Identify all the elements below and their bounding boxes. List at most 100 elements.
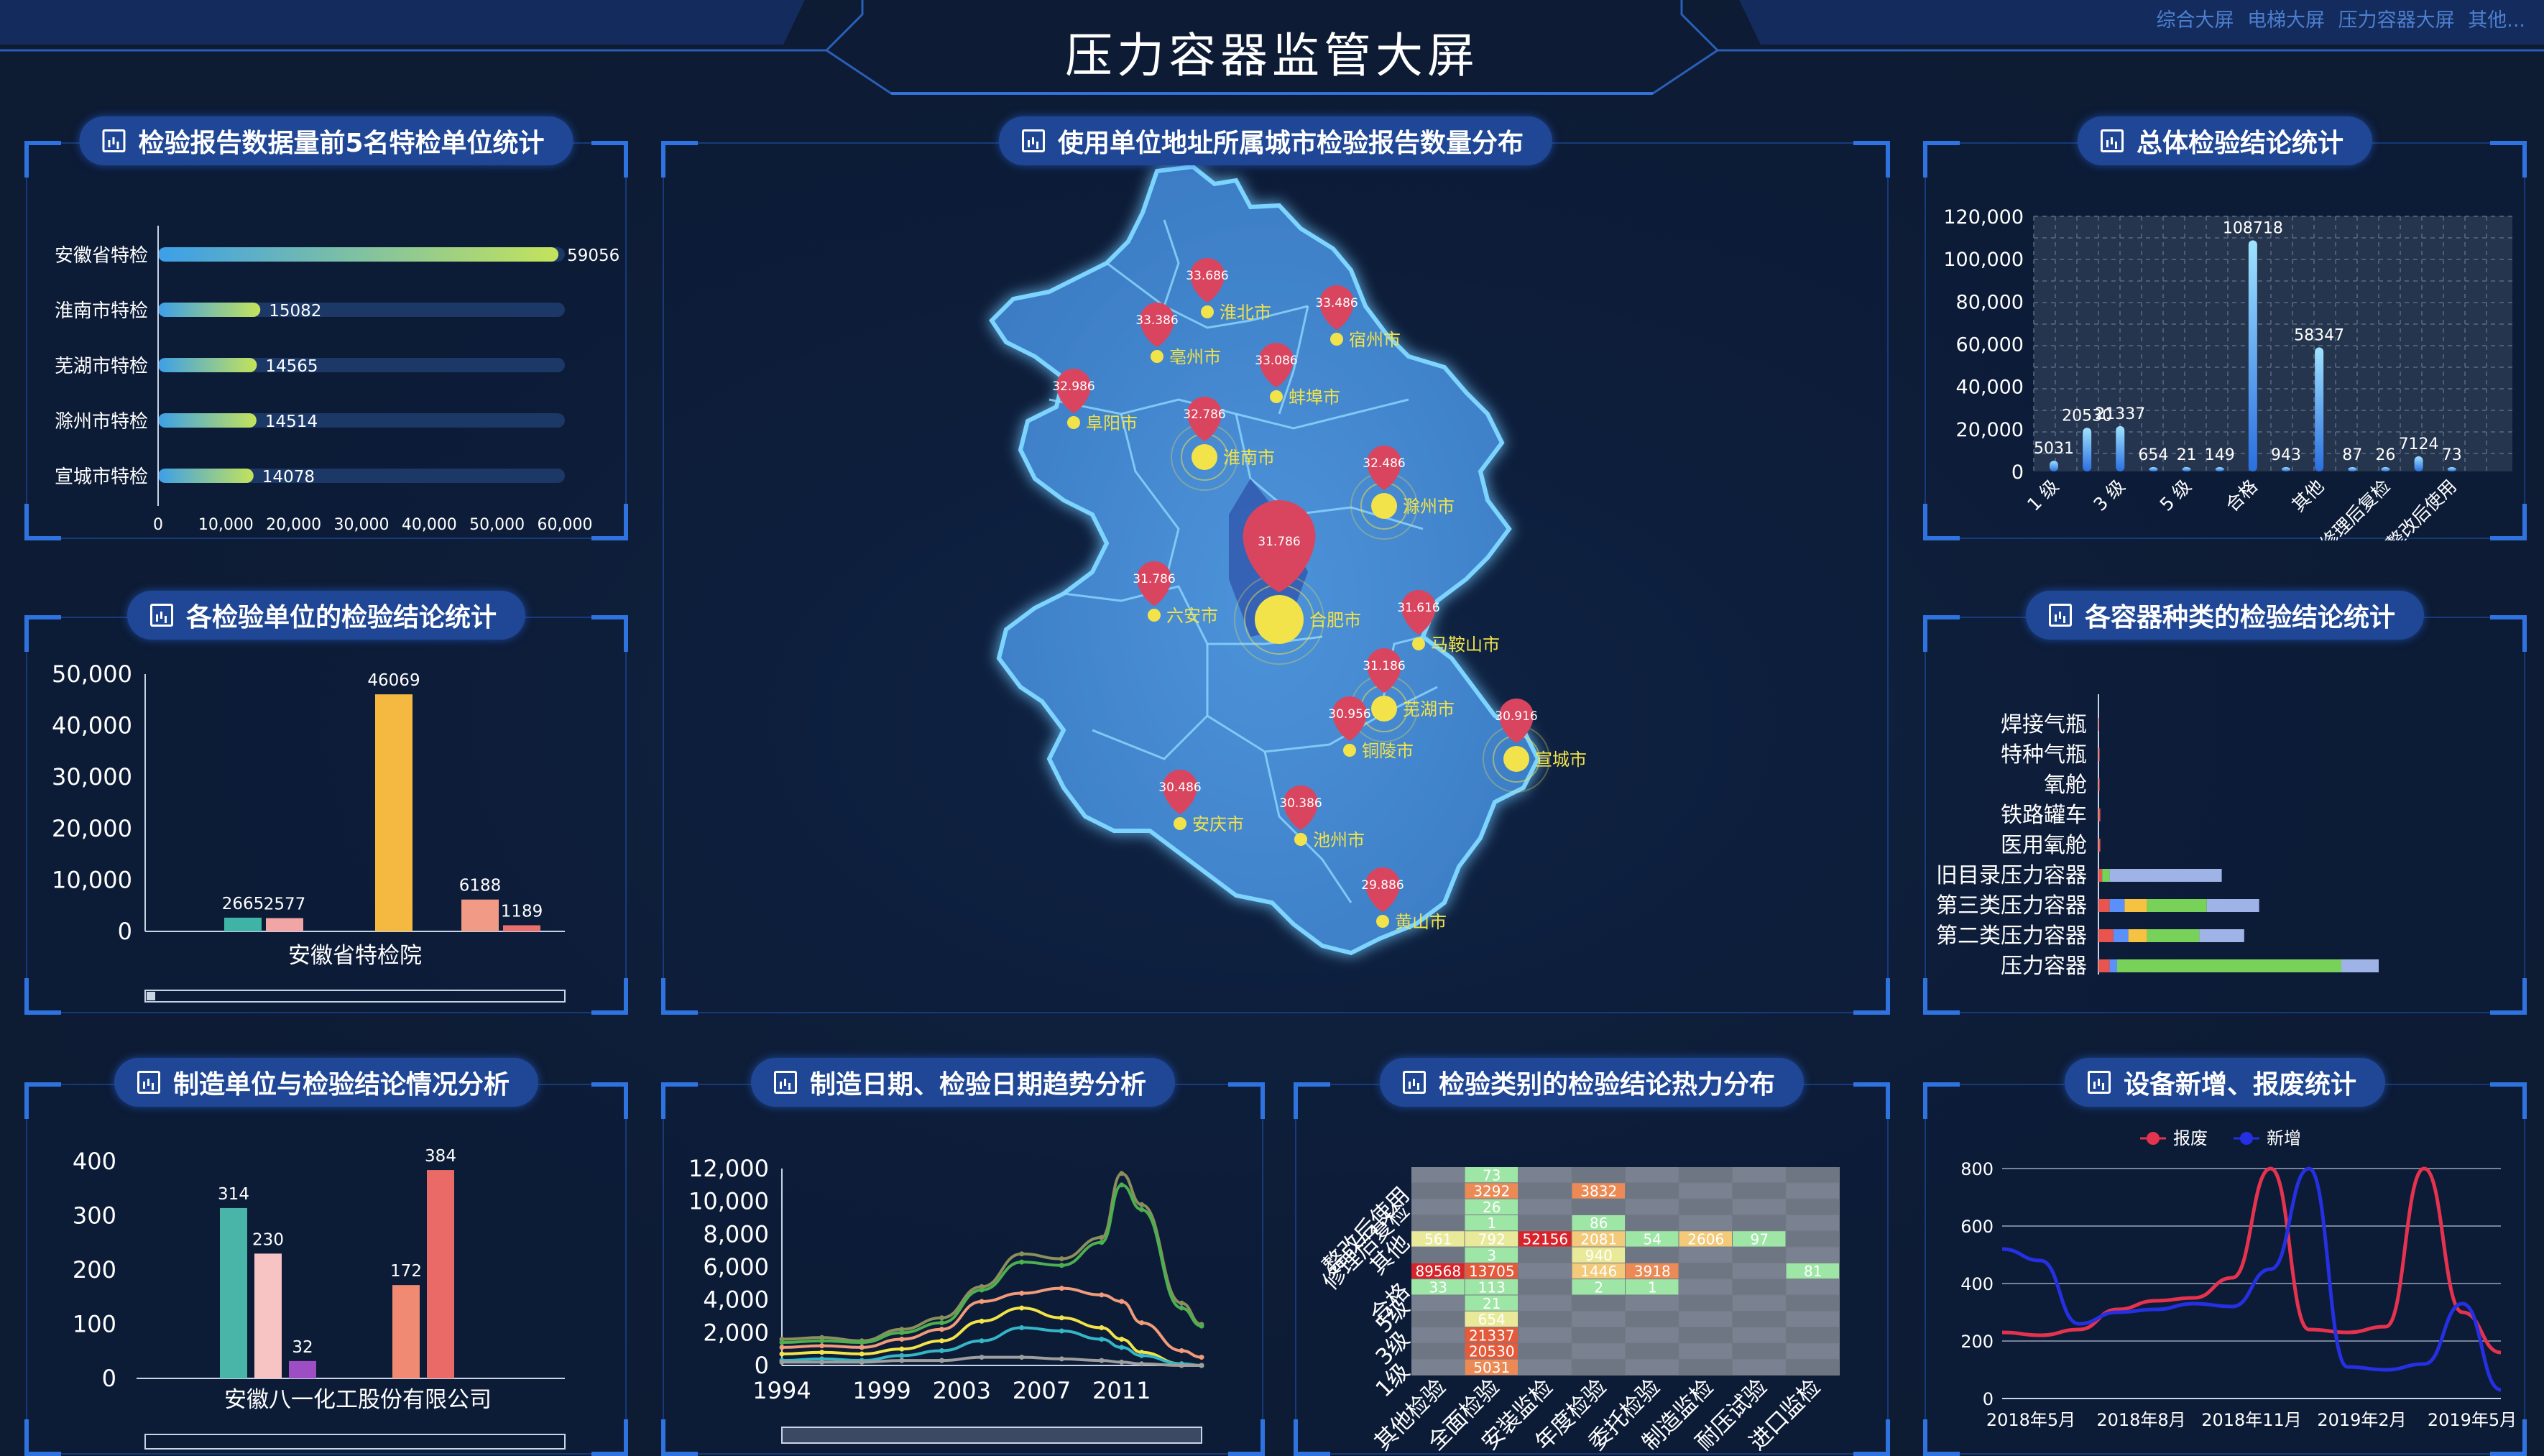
pin-value: 31.616 [1397, 601, 1439, 615]
city-name: 蚌埠市 [1289, 387, 1340, 407]
y-tick-label: 2,000 [703, 1319, 769, 1346]
series-point [1119, 1171, 1125, 1176]
heatmap-empty-cell [1733, 1279, 1786, 1295]
heatmap-empty-cell [1518, 1343, 1572, 1359]
cell-value: 81 [1804, 1263, 1822, 1280]
city-name: 淮北市 [1220, 303, 1271, 323]
heatmap-empty-cell [1411, 1343, 1465, 1359]
chart-date-trend: 0 2,000 4,000 6,000 8,000 10,000 12,000 1994 199… [661, 1082, 1265, 1456]
x-tick-label: 2019年2月 [2317, 1410, 2406, 1430]
city-name: 宿州市 [1349, 330, 1401, 350]
series-point [1019, 1291, 1025, 1296]
y-tick-label: 600 [1960, 1217, 1994, 1237]
bar [2315, 347, 2324, 471]
category-label: 铁路罐车 [2001, 803, 2087, 828]
nav-link-overview[interactable]: 综合大屏 [2156, 9, 2234, 32]
category-label: 氧舱 [2044, 773, 2087, 798]
series-point [899, 1353, 905, 1358]
heatmap-empty-cell [1411, 1247, 1465, 1263]
cell-value: 21 [1483, 1295, 1501, 1312]
series-point [1139, 1320, 1145, 1326]
x-tick-label: 1994 [752, 1377, 811, 1404]
datazoom-handle [147, 992, 155, 1000]
series-point [1099, 1324, 1105, 1330]
heatmap-empty-cell [1786, 1231, 1839, 1247]
pin-value: 33.086 [1255, 354, 1297, 368]
series-point [819, 1343, 825, 1349]
data-label: 14078 [262, 468, 315, 487]
panel-title: 各容器种类的检验结论统计 [2025, 591, 2425, 640]
nav-link-pressure[interactable]: 压力容器大屏 [2338, 9, 2455, 32]
y-tick-label: 200 [73, 1256, 116, 1284]
pin-value: 29.886 [1361, 878, 1404, 893]
cell-value: 73 [1483, 1166, 1501, 1184]
city-name: 池州市 [1313, 830, 1365, 850]
x-tick-label: 40,000 [402, 516, 457, 534]
panel-maker-conclusion: 0 100 200 300 400 314 230 32 172 384 安徽八一化工股份有限公司 … [24, 1058, 628, 1456]
y-tick-label: 50,000 [52, 660, 132, 688]
pin-value: 30.956 [1328, 707, 1370, 722]
pin-value: 30.916 [1495, 709, 1537, 724]
nav-link-other[interactable]: 其他... [2468, 9, 2525, 32]
bar [2248, 240, 2257, 471]
city-name: 铜陵市 [1362, 741, 1414, 761]
cell-value: 113 [1478, 1278, 1506, 1296]
panel-title: 总体检验结论统计 [2077, 116, 2373, 165]
series-point [979, 1318, 985, 1324]
bar [427, 1170, 454, 1378]
chart-icon [102, 129, 126, 152]
legend-marker [2147, 1132, 2160, 1145]
heatmap-empty-cell [1411, 1183, 1465, 1199]
cell-value: 5031 [1473, 1359, 1510, 1376]
category-label: 芜湖市特检 [55, 356, 148, 377]
y-tick-label: 0 [102, 1365, 116, 1392]
category-label: 第三类压力容器 [1936, 893, 2087, 918]
cell-value: 1 [1648, 1278, 1657, 1296]
cell-value: 3 [1487, 1247, 1496, 1264]
panel-title-text: 制造单位与检验结论情况分析 [172, 1070, 510, 1100]
heatmap-empty-cell [1786, 1359, 1839, 1375]
city-point [1151, 350, 1163, 363]
heatmap-empty-cell [1411, 1359, 1465, 1375]
panel-title-text: 检验类别的检验结论热力分布 [1438, 1070, 1776, 1100]
bar [375, 694, 413, 931]
heatmap-empty-cell [1679, 1295, 1732, 1311]
cell-value: 792 [1478, 1231, 1506, 1248]
chart-add-scrap: 0 200 400 600 800 报废 新增 2018年5月 2018年8月 2018年11月 2… [1923, 1082, 2527, 1456]
heatmap-empty-cell [1733, 1311, 1786, 1327]
heatmap-empty-cell [1626, 1295, 1679, 1311]
x-tick-label: 0 [153, 516, 163, 534]
heatmap-empty-cell [1786, 1343, 1839, 1359]
bar-segment [2341, 959, 2379, 972]
bar [158, 247, 559, 262]
heatmap-empty-cell [1518, 1247, 1572, 1263]
data-label: 46069 [367, 671, 420, 690]
pin-value: 30.486 [1158, 780, 1201, 795]
heatmap-empty-cell [1786, 1279, 1839, 1295]
chart-icon [2087, 1071, 2111, 1094]
x-tick-label: 2007 [1013, 1377, 1071, 1404]
nav-link-elevator[interactable]: 电梯大屏 [2247, 9, 2325, 32]
heatmap-empty-cell [1679, 1343, 1732, 1359]
series-point [1019, 1251, 1025, 1257]
city-name: 滁州市 [1403, 497, 1455, 517]
panel-city-map: 33.686 淮北市 33.486 宿州市 33.386 亳州市 33.086 蚌埠市 32.9… [661, 116, 1890, 1015]
heatmap-empty-cell [1626, 1199, 1679, 1215]
data-label: 32 [292, 1338, 313, 1357]
heatmap-empty-cell [1679, 1167, 1732, 1183]
panel-title: 各检验单位的检验结论统计 [126, 591, 526, 640]
cell-value: 940 [1585, 1247, 1613, 1264]
top-nav: 综合大屏 电梯大屏 压力容器大屏 其他... [2149, 4, 2525, 32]
heatmap-empty-cell [1733, 1327, 1786, 1343]
bar-segment [2098, 839, 2101, 852]
panel-vessel-type: 压力容器 第二类压力容器 第三类压力容器 旧目录压力容器 医用氧舱 铁路罐车 氧舱 特种气瓶 焊… [1923, 591, 2527, 1015]
series-point [939, 1315, 944, 1321]
data-label: 14514 [265, 413, 318, 431]
data-label: 230 [252, 1230, 284, 1249]
bar-segment [2102, 869, 2110, 882]
bar [2414, 456, 2423, 471]
data-label: 21337 [2095, 405, 2145, 423]
bar [158, 413, 257, 428]
city-point [1371, 493, 1397, 519]
city-point [1067, 416, 1080, 429]
